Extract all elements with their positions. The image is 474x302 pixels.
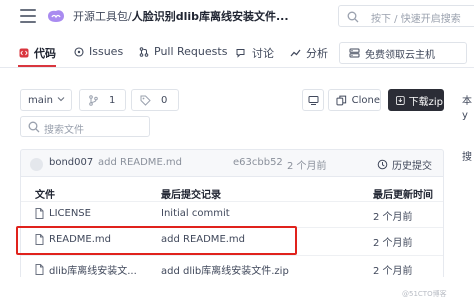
tab-pull-requests[interactable]: Pull Requests [139,45,227,58]
watermark: @51CTO博客 [402,290,447,298]
copy-icon [336,95,347,105]
right-panel-text: y [462,110,468,121]
pull-request-icon [139,46,149,57]
column-header-last-commit: 最后提交记录 [161,190,221,201]
global-search-input[interactable]: 按下 / 快速开启搜索 [338,5,474,27]
column-header-updated: 最后更新时间 [373,190,433,201]
breadcrumb-owner[interactable]: 开源工具包 [73,10,128,23]
server-icon [349,48,360,58]
history-label: 历史提交 [392,161,432,172]
monitor-icon [308,95,318,105]
file-search-input[interactable]: 搜索文件 [20,116,150,137]
top-bar: 开源工具包/人脸识别dlib库离线安装文件... 按下 / 快速开启搜索 [0,0,474,34]
tag-count: 0 [161,94,168,106]
file-icon [35,264,44,275]
branch-name: main [28,94,53,106]
repo-tabs: 代码 Issues Pull Requests 讨论 分析 免费领取云主机 [0,38,474,68]
free-cloud-host-button[interactable]: 免费领取云主机 [339,42,467,64]
table-row[interactable]: dlib库离线安装文... add dlib库离线安装文件.zip 2 个月前 [21,255,443,281]
search-icon [28,121,40,133]
file-commit-message[interactable]: add dlib库离线安装文件.zip [161,262,289,277]
chevron-down-icon [57,97,65,102]
column-header-file: 文件 [35,190,55,201]
file-name-label: LICENSE [49,208,91,219]
right-panel-clip: 本 y 搜 [462,95,474,165]
file-name-label: dlib库离线安装文... [49,266,137,277]
highlight-box [16,226,297,255]
table-row[interactable]: LICENSE Initial commit 2 个月前 [21,201,443,227]
file-updated-time: 2 个月前 [373,266,413,277]
file-commit-message[interactable]: Initial commit [161,208,230,219]
commit-time: 2 个月前 [287,161,327,172]
clone-button[interactable]: Clone [328,89,381,111]
search-icon [347,11,359,23]
history-button[interactable]: 历史提交 [377,157,432,172]
repo-icon [48,10,64,22]
file-name[interactable]: LICENSE [35,208,91,219]
breadcrumb-repo[interactable]: 人脸识别dlib库离线安装文件... [132,10,289,23]
menu-icon[interactable] [20,9,36,23]
tab-discussion-label: 讨论 [252,47,274,60]
analytics-icon [290,49,301,57]
history-icon [377,159,388,170]
tab-analytics[interactable]: 分析 [290,45,328,61]
discussion-icon [236,49,245,58]
tag-icon [140,95,151,106]
tab-code-label: 代码 [34,47,56,60]
commit-author[interactable]: bond007 [49,157,93,168]
clone-label: Clone [351,94,380,106]
commit-hash[interactable]: e63cbb52 [233,157,283,168]
global-search-placeholder: 按下 / 快速开启搜索 [371,14,461,25]
right-panel-text: 本 [462,96,472,107]
breadcrumb: 开源工具包/人脸识别dlib库离线安装文件... [73,8,289,24]
free-cloud-host-label: 免费领取云主机 [365,49,435,61]
file-name[interactable]: dlib库离线安装文... [35,262,137,277]
file-icon [35,208,44,219]
branches-button[interactable]: 1 [79,89,126,111]
branch-select[interactable]: main [20,89,72,111]
tab-analytics-label: 分析 [306,47,328,60]
issues-icon [74,46,84,57]
download-icon [396,95,405,105]
web-ide-button[interactable] [302,89,324,111]
tab-issues[interactable]: Issues [74,45,123,58]
file-updated-time: 2 个月前 [373,238,413,249]
file-updated-time: 2 个月前 [373,212,413,223]
commit-message[interactable]: add README.md [98,157,182,168]
tab-discussion[interactable]: 讨论 [236,45,274,61]
branch-count: 1 [109,94,116,106]
code-icon [19,48,29,58]
download-zip-label: 下载zip [408,96,443,108]
tab-issues-label: Issues [89,45,124,58]
tags-button[interactable]: 0 [131,89,179,111]
active-tab-indicator [18,65,56,67]
file-search-placeholder: 搜索文件 [44,125,84,136]
right-panel-text: 搜 [462,152,472,163]
avatar[interactable] [30,158,43,171]
latest-commit-bar: bond007 add README.md e63cbb52 2 个月前 历史提… [20,149,444,177]
branch-icon [89,94,98,106]
tab-pull-requests-label: Pull Requests [154,45,228,58]
tab-code[interactable]: 代码 [19,45,56,61]
download-zip-button[interactable]: 下载zip [388,89,444,111]
